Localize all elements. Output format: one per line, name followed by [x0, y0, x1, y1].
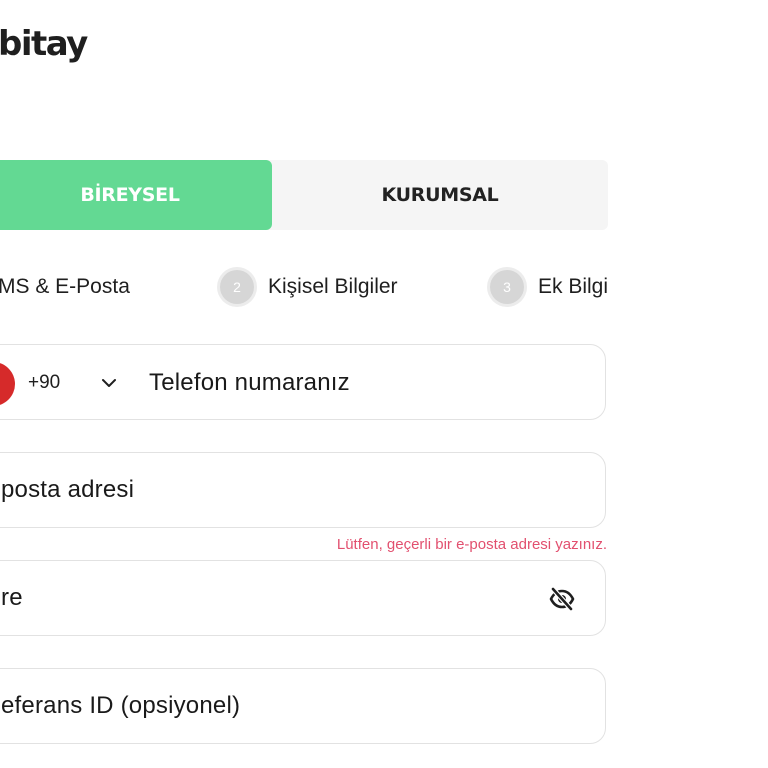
step-additional-info: 3 Ek Bilgi	[490, 268, 608, 306]
tab-kurumsal-label: KURUMSAL	[381, 184, 499, 206]
country-code-select[interactable]: +90	[28, 345, 60, 421]
brand-logo[interactable]: bitay	[0, 24, 88, 64]
step-additional-info-label: Ek Bilgi	[538, 275, 609, 298]
step-number-2: 2	[220, 270, 254, 304]
password-input[interactable]: re	[1, 584, 23, 612]
email-field[interactable]: posta adresi	[0, 452, 606, 528]
turkey-flag-icon: ★	[0, 362, 15, 406]
phone-field: ★ +90 Telefon numaranız	[0, 344, 606, 420]
step-sms-email: MS & E-Posta	[0, 268, 130, 306]
referral-id-input[interactable]: eferans ID (opsiyonel)	[1, 692, 240, 720]
account-type-tabs: BİREYSEL KURUMSAL	[0, 160, 608, 230]
email-input[interactable]: posta adresi	[1, 476, 134, 504]
email-error-message: Lütfen, geçerli bir e-posta adresi yazın…	[336, 536, 607, 553]
chevron-down-icon[interactable]	[99, 373, 119, 393]
phone-input[interactable]: Telefon numaranız	[149, 345, 350, 421]
referral-id-field[interactable]: eferans ID (opsiyonel)	[0, 668, 606, 744]
registration-steps: MS & E-Posta 2 Kişisel Bilgiler 3 Ek Bil…	[0, 268, 620, 306]
step-number-3: 3	[490, 270, 524, 304]
tab-bireysel-label: BİREYSEL	[80, 184, 180, 206]
step-personal-info: 2 Kişisel Bilgiler	[220, 268, 398, 306]
tab-kurumsal[interactable]: KURUMSAL	[272, 160, 608, 230]
step-sms-email-label: MS & E-Posta	[0, 275, 130, 298]
step-personal-info-label: Kişisel Bilgiler	[268, 275, 398, 298]
eye-off-icon[interactable]	[549, 587, 575, 611]
tab-bireysel[interactable]: BİREYSEL	[0, 160, 272, 230]
password-field[interactable]: re	[0, 560, 606, 636]
